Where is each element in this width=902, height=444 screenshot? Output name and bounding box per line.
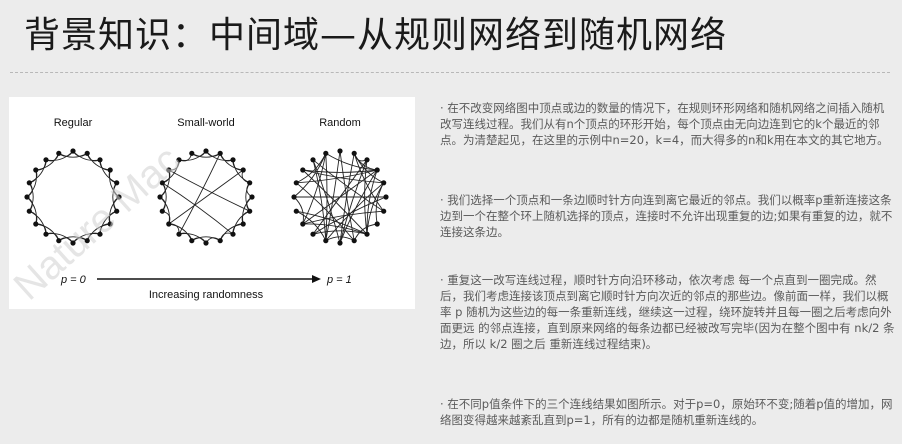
small-world-node bbox=[217, 150, 223, 156]
random-node bbox=[310, 157, 316, 163]
small-world-node bbox=[249, 194, 255, 200]
regular-node bbox=[43, 231, 49, 237]
axis-label: Increasing randomness bbox=[149, 289, 264, 301]
random-node bbox=[337, 240, 343, 246]
small-world-edge bbox=[162, 182, 234, 235]
small-world-node bbox=[217, 238, 223, 244]
random-node bbox=[374, 221, 380, 227]
regular-node bbox=[26, 208, 32, 214]
random-node bbox=[323, 150, 329, 156]
paragraph-3: · 重复这一改写连线过程，顺时针方向沿环移动，依次考虑 每一个点直到一圈完成。然… bbox=[440, 273, 895, 351]
regular-edge bbox=[58, 152, 88, 158]
randomness-arrow-head bbox=[312, 275, 321, 283]
regular-node bbox=[33, 167, 39, 173]
network-diagrams: Nature Mac Regular Small-world Random p … bbox=[9, 117, 389, 309]
random-edge bbox=[296, 210, 327, 241]
label-p-zero: p = 0 bbox=[60, 274, 87, 286]
small-world-edge bbox=[191, 236, 221, 242]
small-world-node bbox=[247, 208, 253, 214]
label-random: Random bbox=[319, 117, 361, 129]
regular-node bbox=[84, 150, 90, 156]
small-world-node bbox=[240, 167, 246, 173]
small-world-node bbox=[203, 240, 209, 246]
small-world-edge bbox=[191, 152, 221, 158]
random-node bbox=[293, 180, 299, 186]
title-divider bbox=[10, 72, 890, 73]
paragraph-4: · 在不同p值条件下的三个连线结果如图所示。对于p=0，原始环不变;随着p值的增… bbox=[440, 397, 893, 427]
small-world-node bbox=[230, 231, 236, 237]
network-figure: Nature Mac Regular Small-world Random p … bbox=[9, 97, 415, 309]
regular-node bbox=[107, 167, 113, 173]
small-world-node bbox=[203, 148, 209, 154]
random-node bbox=[383, 194, 389, 200]
small-world-edge bbox=[245, 182, 251, 212]
label-regular: Regular bbox=[54, 117, 93, 129]
small-world-node bbox=[230, 157, 236, 163]
label-small-world: Small-world bbox=[177, 117, 234, 129]
small-world-node bbox=[189, 150, 195, 156]
random-node bbox=[374, 167, 380, 173]
small-world-node bbox=[166, 221, 172, 227]
paragraph-2: · 我们选择一个顶点和一条边顺时针方向连到离它最近的邻点。我们以概率p重新连接这… bbox=[440, 193, 893, 239]
random-node bbox=[293, 208, 299, 214]
random-node bbox=[381, 208, 387, 214]
slide-title: 背景知识：中间域—从规则网络到随机网络 bbox=[24, 15, 728, 56]
regular-edge bbox=[28, 182, 34, 212]
regular-node bbox=[33, 221, 39, 227]
regular-node bbox=[26, 180, 32, 186]
small-world-node bbox=[159, 208, 165, 214]
random-node bbox=[364, 157, 370, 163]
random-node bbox=[351, 150, 357, 156]
regular-node bbox=[43, 157, 49, 163]
random-node bbox=[310, 231, 316, 237]
random-node bbox=[381, 180, 387, 186]
regular-node bbox=[97, 157, 103, 163]
random-node bbox=[337, 148, 343, 154]
random-node bbox=[291, 194, 297, 200]
small-world-node bbox=[247, 180, 253, 186]
random-node bbox=[300, 221, 306, 227]
regular-node bbox=[24, 194, 30, 200]
random-node bbox=[323, 238, 329, 244]
random-node bbox=[364, 231, 370, 237]
small-world-node bbox=[176, 231, 182, 237]
regular-node bbox=[56, 150, 62, 156]
small-world-node bbox=[189, 238, 195, 244]
random-node bbox=[300, 167, 306, 173]
label-p-one: p = 1 bbox=[326, 274, 352, 286]
paragraph-1: · 在不改变网络图中顶点或边的数量的情况下，在规则环形网络和随机网络之间插入随机… bbox=[440, 101, 889, 147]
random-node bbox=[351, 238, 357, 244]
small-world-node bbox=[240, 221, 246, 227]
regular-node bbox=[70, 148, 76, 154]
